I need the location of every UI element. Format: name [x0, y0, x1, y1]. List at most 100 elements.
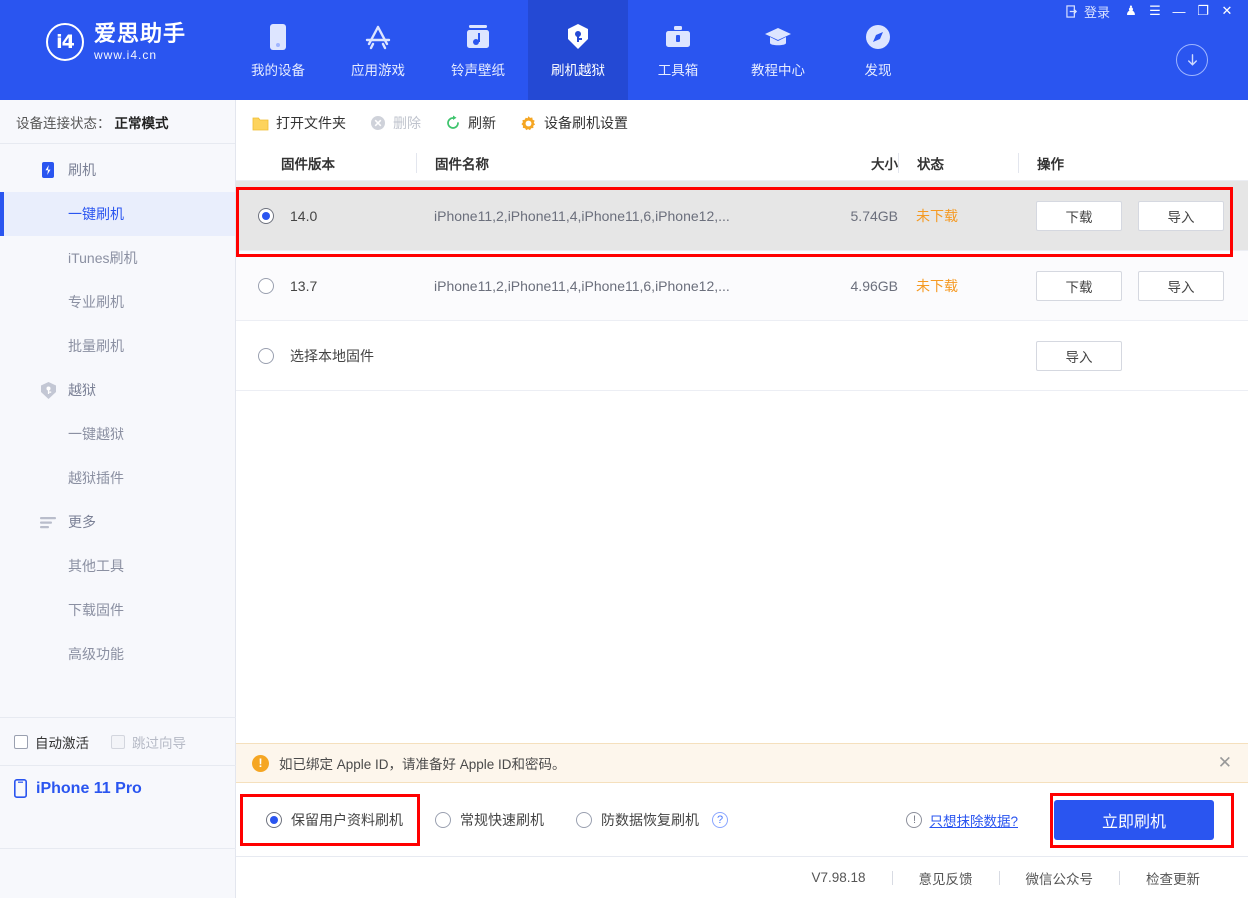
tab-ringtone-wallpaper[interactable]: 铃声壁纸	[428, 0, 528, 100]
info-icon: !	[906, 812, 922, 828]
mode-radio[interactable]	[435, 812, 451, 828]
import-button[interactable]: 导入	[1036, 341, 1122, 371]
table-header: 固件版本 固件名称 大小 状态 操作	[236, 146, 1248, 180]
sidebar-item-itunes-flash[interactable]: iTunes刷机	[0, 236, 235, 280]
sidebar-nav-list: 刷机 一键刷机 iTunes刷机 专业刷机 批量刷机 越狱 一键越狱 越狱插件	[0, 144, 235, 676]
login-label: 登录	[1084, 2, 1110, 21]
toolbox-icon	[663, 22, 693, 52]
sidebar-item-one-key-flash[interactable]: 一键刷机	[0, 192, 235, 236]
toolbar-label: 刷新	[468, 113, 496, 133]
auto-activate-checkbox[interactable]: 自动激活	[14, 732, 89, 752]
apple-id-notice: ! 如已绑定 Apple ID，请准备好 Apple ID和密码。 ✕	[236, 743, 1248, 783]
feedback-link[interactable]: 意见反馈	[893, 868, 999, 888]
sidebar-group-label: 越狱	[68, 380, 96, 400]
import-button[interactable]: 导入	[1138, 201, 1224, 231]
firmware-status: 未下载	[898, 206, 1018, 226]
sidebar-item-label: 其他工具	[68, 556, 124, 576]
list-lines-icon	[38, 512, 58, 532]
device-flash-settings-button[interactable]: 设备刷机设置	[520, 113, 628, 133]
graduation-cap-icon	[763, 22, 793, 52]
firmware-name: iPhone11,2,iPhone11,4,iPhone11,6,iPhone1…	[416, 278, 806, 294]
shield-key-icon	[38, 380, 58, 400]
open-folder-button[interactable]: 打开文件夹	[252, 113, 346, 133]
tab-label: 工具箱	[658, 59, 699, 79]
row-radio[interactable]	[258, 348, 274, 364]
refresh-icon	[445, 115, 461, 131]
device-status-value: 正常模式	[115, 112, 169, 132]
sidebar-group-flash[interactable]: 刷机	[0, 148, 235, 192]
maximize-icon[interactable]: ❐	[1192, 1, 1214, 21]
sidebar-group-label: 更多	[68, 512, 96, 532]
skip-wizard-checkbox[interactable]: 跳过向导	[111, 732, 186, 752]
table-row[interactable]: 14.0 iPhone11,2,iPhone11,4,iPhone11,6,iP…	[236, 181, 1248, 251]
toolbar-label: 删除	[393, 113, 421, 133]
row-radio[interactable]	[258, 208, 274, 224]
skin-icon[interactable]: ♟	[1120, 1, 1142, 21]
mode-normal-fast[interactable]: 常规快速刷机	[435, 810, 544, 830]
check-update-link[interactable]: 检查更新	[1120, 868, 1226, 888]
tab-flash-jailbreak[interactable]: 刷机越狱	[528, 0, 628, 100]
phone-icon	[14, 779, 27, 798]
column-header-name: 固件名称	[416, 153, 806, 173]
mode-radio[interactable]	[266, 812, 282, 828]
sidebar-item-advanced[interactable]: 高级功能	[0, 632, 235, 676]
close-icon[interactable]: ✕	[1216, 1, 1238, 21]
sidebar-item-label: 批量刷机	[68, 336, 124, 356]
compass-icon	[864, 22, 892, 52]
sidebar: 设备连接状态： 正常模式 刷机 一键刷机 iTunes刷机 专业刷机 批量刷机 …	[0, 100, 236, 898]
tab-toolbox[interactable]: 工具箱	[628, 0, 728, 100]
shield-key-icon	[565, 22, 591, 52]
column-header-action: 操作	[1018, 153, 1248, 173]
close-icon[interactable]: ✕	[1218, 753, 1232, 773]
login-button[interactable]: 登录	[1066, 2, 1110, 21]
checkbox-box	[111, 735, 125, 749]
tab-label: 铃声壁纸	[451, 59, 505, 79]
erase-data-link[interactable]: ! 只想抹除数据?	[906, 810, 1018, 830]
sidebar-item-label: 专业刷机	[68, 292, 124, 312]
import-button[interactable]: 导入	[1138, 271, 1224, 301]
sidebar-item-jailbreak-plugins[interactable]: 越狱插件	[0, 456, 235, 500]
table-row[interactable]: 13.7 iPhone11,2,iPhone11,4,iPhone11,6,iP…	[236, 251, 1248, 321]
tab-label: 应用游戏	[351, 59, 405, 79]
warning-icon: !	[252, 755, 269, 772]
flash-now-button[interactable]: 立即刷机	[1054, 800, 1214, 840]
wechat-link[interactable]: 微信公众号	[1000, 868, 1120, 888]
sidebar-group-jailbreak[interactable]: 越狱	[0, 368, 235, 412]
firmware-version: 14.0	[290, 208, 317, 224]
connected-device[interactable]: iPhone 11 Pro	[0, 765, 236, 811]
menu-icon[interactable]: ☰	[1144, 1, 1166, 21]
tab-apps-games[interactable]: 应用游戏	[328, 0, 428, 100]
sidebar-item-label: 下载固件	[68, 600, 124, 620]
mode-keep-user-data[interactable]: 保留用户资料刷机	[266, 810, 403, 830]
sidebar-item-other-tools[interactable]: 其他工具	[0, 544, 235, 588]
table-row[interactable]: 选择本地固件 导入	[236, 321, 1248, 391]
app-version: V7.98.18	[785, 870, 891, 885]
tab-my-device[interactable]: 我的设备	[228, 0, 328, 100]
sidebar-item-one-key-jailbreak[interactable]: 一键越狱	[0, 412, 235, 456]
question-icon[interactable]: ?	[712, 812, 728, 828]
sidebar-item-batch-flash[interactable]: 批量刷机	[0, 324, 235, 368]
sidebar-item-download-firmware[interactable]: 下载固件	[0, 588, 235, 632]
column-header-size: 大小	[806, 153, 898, 173]
mode-anti-recovery[interactable]: 防数据恢复刷机 ?	[576, 810, 728, 830]
sidebar-divider	[0, 848, 236, 849]
device-connection-status: 设备连接状态： 正常模式	[0, 100, 235, 144]
tab-label: 我的设备	[251, 59, 305, 79]
minimize-icon[interactable]: —	[1168, 1, 1190, 21]
download-circle-icon[interactable]	[1176, 44, 1208, 76]
tab-discover[interactable]: 发现	[828, 0, 928, 100]
firmware-size: 5.74GB	[806, 208, 898, 224]
notice-text: 如已绑定 Apple ID，请准备好 Apple ID和密码。	[279, 753, 566, 773]
download-button[interactable]: 下载	[1036, 271, 1122, 301]
tab-tutorial-center[interactable]: 教程中心	[728, 0, 828, 100]
tab-label: 刷机越狱	[551, 59, 605, 79]
mode-radio[interactable]	[576, 812, 592, 828]
download-button[interactable]: 下载	[1036, 201, 1122, 231]
row-radio[interactable]	[258, 278, 274, 294]
refresh-button[interactable]: 刷新	[445, 113, 496, 133]
sidebar-item-label: 一键越狱	[68, 424, 124, 444]
phone-icon	[268, 22, 288, 52]
brand-logo-area[interactable]: i4 爱思助手 www.i4.cn	[46, 22, 186, 62]
sidebar-group-more[interactable]: 更多	[0, 500, 235, 544]
sidebar-item-pro-flash[interactable]: 专业刷机	[0, 280, 235, 324]
